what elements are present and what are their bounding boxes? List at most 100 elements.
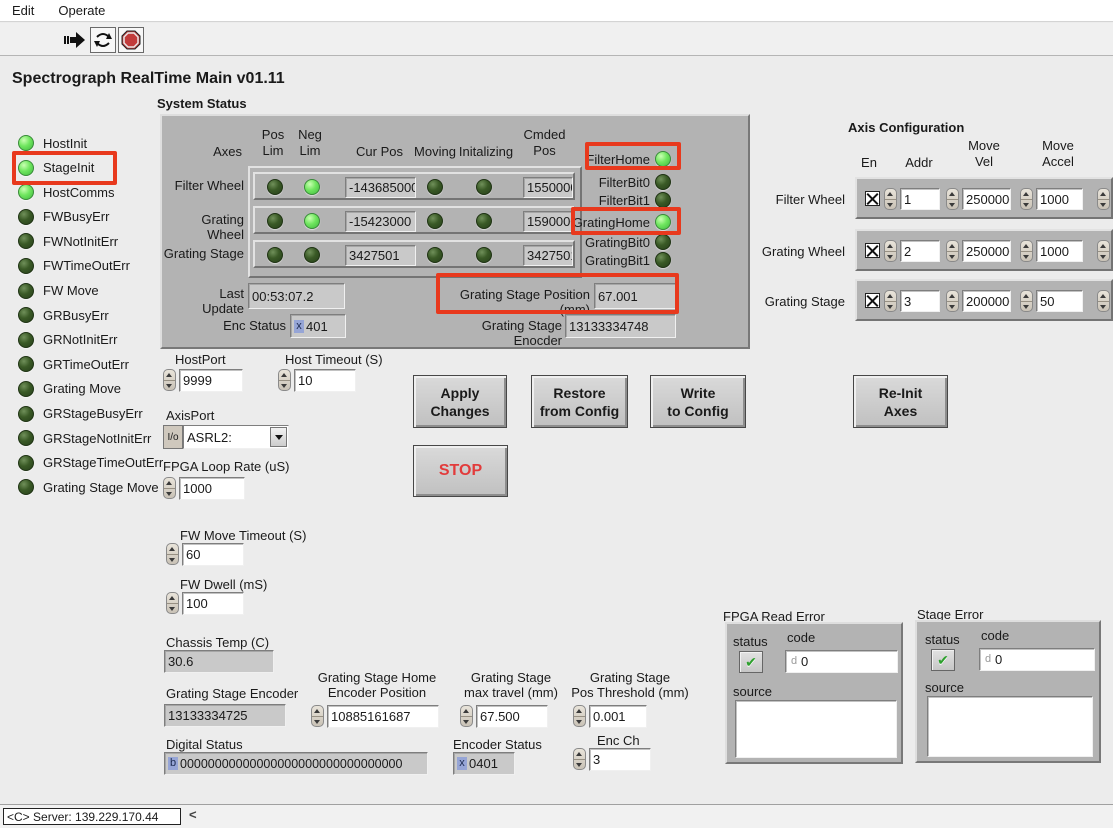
enable-checkbox[interactable]: [865, 293, 880, 308]
gs-pos-threshold-field[interactable]: 0.001: [589, 705, 647, 728]
grbusyerr-led-icon: [18, 307, 34, 323]
led-label: StageInit: [43, 160, 94, 175]
led-label: FW Move: [43, 283, 99, 298]
led-label: HostInit: [43, 136, 87, 151]
led-item-fwtimeouterr: FWTimeOutErr: [18, 258, 163, 274]
fpga-loop-rate-spinner[interactable]: [163, 477, 176, 499]
initalizing-led: [476, 247, 492, 263]
continuous-run-button[interactable]: [90, 27, 116, 53]
addr-field[interactable]: 2: [900, 240, 940, 262]
neg-lim-led: [304, 247, 320, 263]
next-column-spinner[interactable]: [1097, 290, 1110, 312]
host-timeout-spinner[interactable]: [278, 369, 291, 391]
gs-max-travel-field[interactable]: 67.500: [476, 705, 548, 728]
axis-config-row-grating-wheel: 2 2500000 1000: [855, 229, 1113, 271]
addr-spinner[interactable]: [884, 290, 897, 312]
encoder-status-value: 0401: [469, 756, 498, 771]
axis-row-label-grating-wheel: Grating Wheel: [162, 212, 244, 242]
error-code-value: 0: [995, 652, 1002, 667]
gs-home-enc-label: Grating Stage Home Encoder Position: [312, 670, 442, 700]
move-vel-spinner[interactable]: [946, 240, 959, 262]
menu-edit[interactable]: Edit: [12, 3, 34, 18]
enc-ch-spinner[interactable]: [573, 748, 586, 770]
run-arrow-icon: [64, 31, 86, 49]
move-vel-spinner[interactable]: [946, 290, 959, 312]
moving-led: [427, 247, 443, 263]
addr-field[interactable]: 3: [900, 290, 940, 312]
system-status-title: System Status: [157, 96, 247, 111]
gratingstagemove-led-icon: [18, 479, 34, 495]
pos-lim-led: [267, 213, 283, 229]
dropdown-arrow-icon[interactable]: [270, 427, 287, 447]
move-accel-field[interactable]: 1000: [1036, 240, 1083, 262]
fpga-loop-rate-field[interactable]: 1000: [179, 477, 245, 500]
next-column-spinner[interactable]: [1097, 240, 1110, 262]
enc-ch-field[interactable]: 3: [589, 748, 651, 771]
status-bar: <C> Server: 139.229.170.44 <: [0, 804, 1113, 828]
fw-move-timeout-spinner[interactable]: [166, 543, 179, 565]
led-item-fwnotiniterr: FWNotInitErr: [18, 233, 163, 249]
move-accel-field[interactable]: 50: [1036, 290, 1083, 312]
host-timeout-field[interactable]: 10: [294, 369, 356, 392]
move-accel-spinner[interactable]: [1020, 290, 1033, 312]
fw-move-timeout-field[interactable]: 60: [182, 543, 244, 566]
next-column-spinner[interactable]: [1097, 188, 1110, 210]
error-status-button[interactable]: ✔: [931, 649, 955, 671]
move-vel-field[interactable]: 2000000: [962, 290, 1011, 312]
gratinghome-led: [655, 214, 671, 230]
filterbit0-led: [655, 174, 671, 190]
source-label: source: [733, 684, 772, 699]
led-item-hostinit: HostInit: [18, 135, 163, 151]
error-code-field[interactable]: d0: [979, 648, 1095, 671]
move-vel-spinner[interactable]: [946, 188, 959, 210]
error-code-field[interactable]: d0: [785, 650, 898, 673]
digital-status-display: b00000000000000000000000000000000: [164, 752, 428, 775]
stop-button[interactable]: STOP: [413, 445, 508, 497]
initalizing-led: [476, 213, 492, 229]
reinit-axes-button[interactable]: Re-Init Axes: [853, 375, 948, 428]
enable-checkbox[interactable]: [865, 243, 880, 258]
addr-spinner[interactable]: [884, 240, 897, 262]
source-label: source: [925, 680, 964, 695]
move-accel-field[interactable]: 1000: [1036, 188, 1083, 210]
run-button[interactable]: [62, 27, 88, 53]
scroll-left-icon[interactable]: <: [189, 807, 197, 822]
grstagebusyerr-led-icon: [18, 406, 34, 422]
led-item-fwmove: FW Move: [18, 283, 163, 299]
abort-button[interactable]: [118, 27, 144, 53]
restore-from-config-button[interactable]: Restore from Config: [531, 375, 628, 428]
fwbusyerr-led-icon: [18, 209, 34, 225]
apply-changes-button[interactable]: Apply Changes: [413, 375, 507, 428]
fw-dwell-field[interactable]: 100: [182, 592, 244, 615]
addr-field[interactable]: 1: [900, 188, 940, 210]
addr-spinner[interactable]: [884, 188, 897, 210]
error-status-button[interactable]: ✔: [739, 651, 763, 673]
fw-dwell-spinner[interactable]: [166, 592, 179, 614]
last-update-display: 00:53:07.2: [248, 283, 345, 309]
error-source-area[interactable]: [735, 700, 897, 758]
fwtimeouterr-led-icon: [18, 258, 34, 274]
gs-pos-threshold-spinner[interactable]: [573, 705, 586, 727]
toolbar: [0, 23, 1113, 56]
host-port-field[interactable]: 9999: [179, 369, 243, 392]
enable-checkbox[interactable]: [865, 191, 880, 206]
error-source-area[interactable]: [927, 696, 1093, 757]
move-accel-spinner[interactable]: [1020, 240, 1033, 262]
move-vel-field[interactable]: 2500000: [962, 188, 1011, 210]
encoder-status-label: Encoder Status: [453, 737, 542, 752]
gs-home-enc-spinner[interactable]: [311, 705, 324, 727]
gs-max-travel-spinner[interactable]: [460, 705, 473, 727]
led-item-gratingmove: Grating Move: [18, 381, 163, 397]
gs-home-enc-field[interactable]: 10885161687: [327, 705, 439, 728]
gs-encoder-label: Grating Stage Encoder: [166, 686, 298, 701]
filterbit0-label: FilterBit0: [522, 175, 650, 190]
host-port-spinner[interactable]: [163, 369, 176, 391]
fwmove-led-icon: [18, 283, 34, 299]
gratinghome-label: GratingHome: [522, 215, 650, 230]
move-accel-spinner[interactable]: [1020, 188, 1033, 210]
grating-stage-enocder-label: Grating Stage Enocder: [432, 318, 562, 348]
move-vel-field[interactable]: 2500000: [962, 240, 1011, 262]
axis-port-combo[interactable]: I/o ASRL2:: [163, 425, 289, 449]
menu-operate[interactable]: Operate: [58, 3, 105, 18]
write-to-config-button[interactable]: Write to Config: [650, 375, 746, 428]
